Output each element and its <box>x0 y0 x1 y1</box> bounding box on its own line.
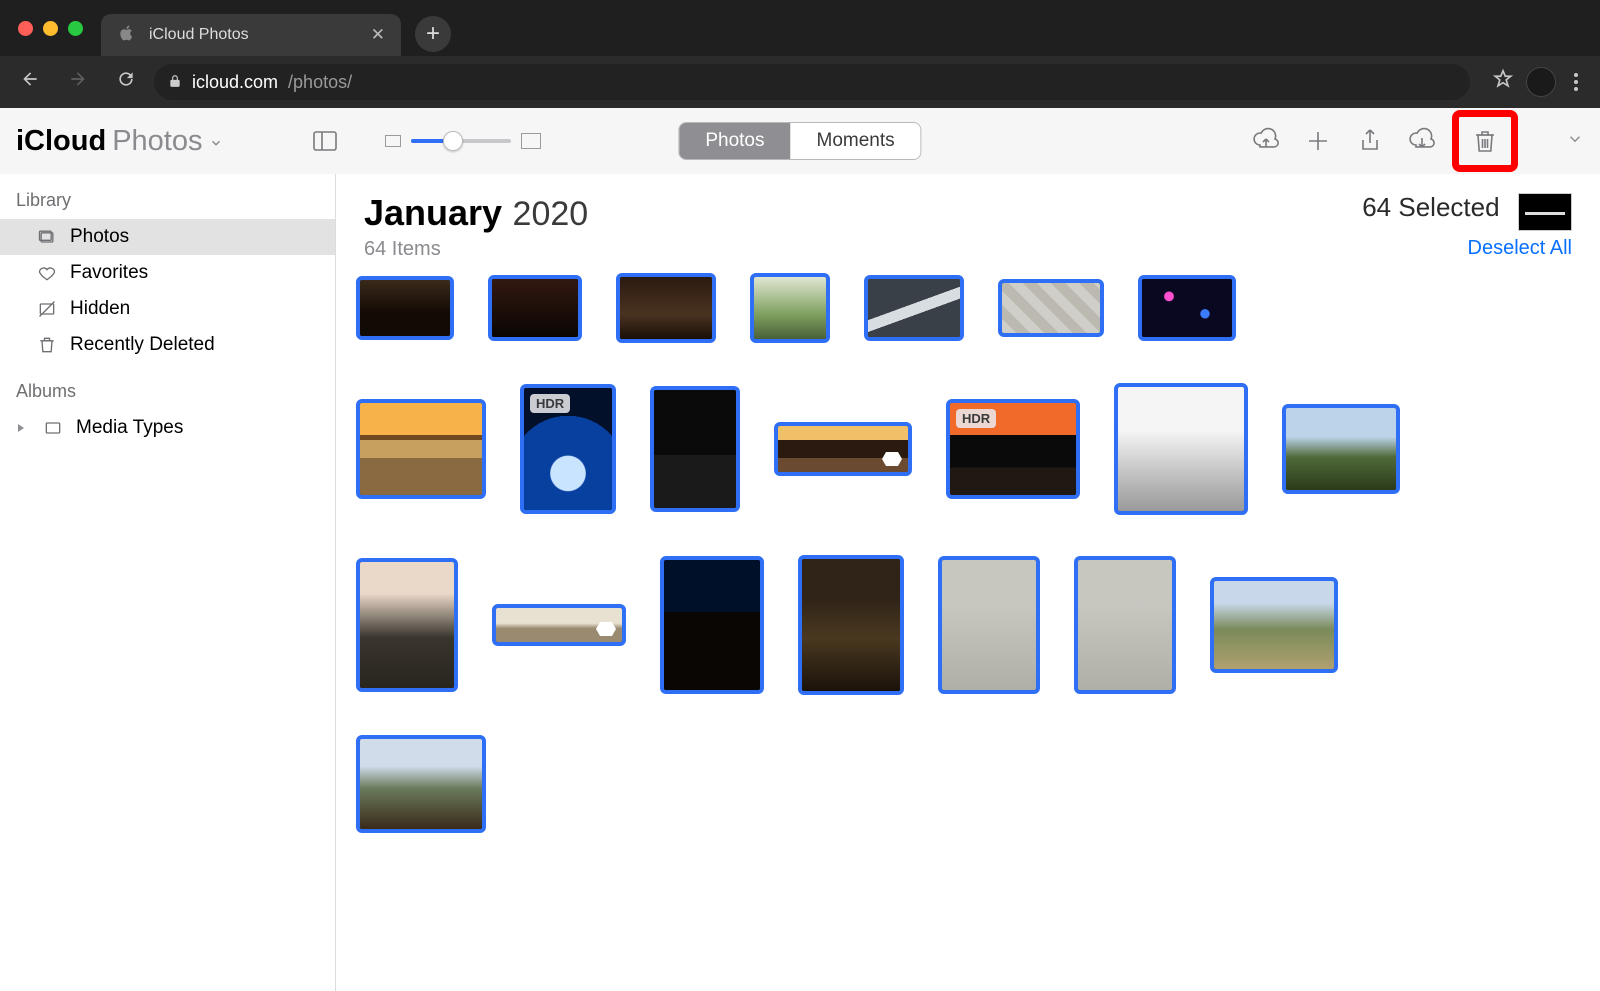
photos-stack-icon <box>36 227 58 247</box>
delete-button-highlight <box>1452 110 1518 172</box>
url-path: /photos/ <box>288 72 352 93</box>
sidebar-header-albums: Albums <box>0 375 335 410</box>
photo-thumb[interactable] <box>356 558 458 692</box>
photo-thumb[interactable] <box>750 273 830 343</box>
segment-moments[interactable]: Moments <box>791 123 921 159</box>
photo-thumb[interactable] <box>492 604 626 646</box>
photo-thumb[interactable] <box>616 273 716 343</box>
photo-thumb[interactable]: HDR <box>946 399 1080 499</box>
main-header: January 2020 64 Items 64 Selected Desele… <box>336 174 1600 269</box>
hidden-icon <box>36 299 58 319</box>
bookmark-star-icon[interactable] <box>1492 68 1514 96</box>
browser-toolbar-right <box>1478 67 1590 97</box>
window-close-button[interactable] <box>18 21 33 36</box>
app-toolbar: iCloud Photos Photos Moments <box>0 108 1600 174</box>
sidebar-item-favorites[interactable]: Favorites <box>0 255 335 291</box>
photo-thumb[interactable] <box>1210 577 1338 673</box>
sidebar-item-photos[interactable]: Photos <box>0 219 335 255</box>
photo-thumb[interactable] <box>356 276 454 340</box>
photo-thumb[interactable] <box>488 275 582 341</box>
apple-icon <box>119 25 135 46</box>
main-content: January 2020 64 Items 64 Selected Desele… <box>336 174 1600 991</box>
sidebar-header-library: Library <box>0 184 335 219</box>
url-domain: icloud.com <box>192 72 278 93</box>
photo-thumb[interactable] <box>1114 383 1248 515</box>
browser-address-bar[interactable]: icloud.com/photos/ <box>154 64 1470 100</box>
sidebar-label: Photos <box>70 226 129 248</box>
photo-thumb[interactable] <box>650 386 740 512</box>
panorama-icon <box>882 452 902 466</box>
app-title-dropdown[interactable]: iCloud Photos <box>16 125 223 158</box>
upload-button[interactable] <box>1244 119 1288 163</box>
view-mode-segmented: Photos Moments <box>678 122 921 160</box>
album-icon <box>42 418 64 438</box>
sidebar-item-hidden[interactable]: Hidden <box>0 291 335 327</box>
photo-thumb[interactable] <box>774 422 912 476</box>
browser-forward-button[interactable] <box>58 69 98 95</box>
photo-thumb[interactable] <box>1074 556 1176 694</box>
window-controls <box>18 21 83 36</box>
thumbnail-zoom-slider[interactable] <box>385 133 541 149</box>
hdr-badge: HDR <box>956 409 996 428</box>
photo-thumb[interactable] <box>864 275 964 341</box>
add-button[interactable] <box>1296 119 1340 163</box>
panorama-icon <box>596 622 616 636</box>
sidebar-label: Media Types <box>76 417 183 439</box>
heart-icon <box>36 263 58 283</box>
toggle-sidebar-button[interactable] <box>303 119 347 163</box>
zoom-handle[interactable] <box>443 131 463 151</box>
photo-thumb[interactable]: HDR <box>520 384 616 514</box>
zoom-small-icon <box>385 135 401 147</box>
header-item-count: 64 Items <box>364 238 588 261</box>
window-minimize-button[interactable] <box>43 21 58 36</box>
photo-thumb[interactable] <box>1282 404 1400 494</box>
expand-toolbar-button[interactable] <box>1566 130 1584 153</box>
window-maximize-button[interactable] <box>68 21 83 36</box>
selection-count: 64 Selected <box>1362 192 1499 222</box>
browser-tab-title: iCloud Photos <box>149 26 249 44</box>
header-month: January <box>364 192 502 233</box>
trash-icon <box>36 335 58 355</box>
sidebar-item-media-types[interactable]: Media Types <box>0 410 335 446</box>
disclosure-triangle-icon[interactable] <box>16 417 30 439</box>
photo-thumb[interactable] <box>938 556 1040 694</box>
sidebar-label: Hidden <box>70 298 130 320</box>
segment-photos[interactable]: Photos <box>679 123 790 159</box>
photo-grid[interactable]: HDR HDR <box>336 269 1600 991</box>
browser-reload-button[interactable] <box>106 69 146 95</box>
photo-thumb[interactable] <box>356 399 486 499</box>
browser-toolbar: icloud.com/photos/ <box>0 56 1600 108</box>
lock-icon <box>168 74 182 91</box>
icloud-photos-app: iCloud Photos Photos Moments <box>0 108 1600 991</box>
zoom-large-icon <box>521 133 541 149</box>
selection-preview-thumb <box>1518 193 1572 231</box>
browser-back-button[interactable] <box>10 69 50 95</box>
app-title-strong: iCloud <box>16 125 106 158</box>
browser-tab-icloud-photos[interactable]: iCloud Photos ✕ <box>101 14 401 56</box>
deselect-all-link[interactable]: Deselect All <box>1362 237 1572 260</box>
app-title-light: Photos <box>112 125 202 158</box>
new-tab-button[interactable]: + <box>415 16 451 52</box>
download-button[interactable] <box>1400 119 1444 163</box>
browser-profile-avatar[interactable] <box>1526 67 1556 97</box>
header-year: 2020 <box>513 195 589 233</box>
browser-titlebar: iCloud Photos ✕ + <box>0 0 1600 56</box>
photo-thumb[interactable] <box>660 556 764 694</box>
sidebar-item-recently-deleted[interactable]: Recently Deleted <box>0 327 335 363</box>
chevron-down-icon <box>209 125 223 158</box>
share-button[interactable] <box>1348 119 1392 163</box>
sidebar-label: Recently Deleted <box>70 334 215 356</box>
browser-tabstrip: iCloud Photos ✕ + <box>101 0 451 56</box>
zoom-track[interactable] <box>411 139 511 143</box>
sidebar: Library Photos Favorites Hidden <box>0 174 336 991</box>
photo-thumb[interactable] <box>1138 275 1236 341</box>
delete-button[interactable] <box>1465 119 1505 163</box>
photo-thumb[interactable] <box>998 279 1104 337</box>
tab-close-button[interactable]: ✕ <box>371 25 385 45</box>
photo-thumb[interactable] <box>356 735 486 833</box>
photo-thumb[interactable] <box>798 555 904 695</box>
browser-menu-button[interactable] <box>1568 73 1584 91</box>
sidebar-label: Favorites <box>70 262 148 284</box>
hdr-badge: HDR <box>530 394 570 413</box>
